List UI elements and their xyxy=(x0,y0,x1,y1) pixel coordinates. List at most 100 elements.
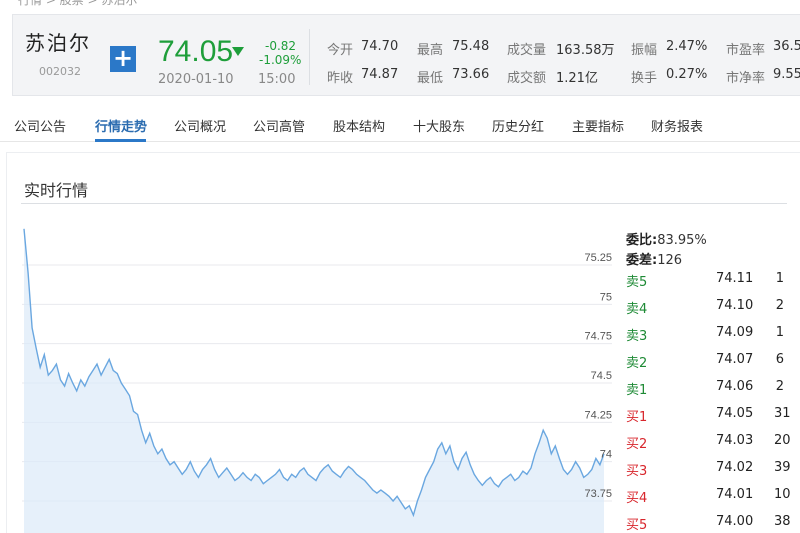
ask-price: 74.06 xyxy=(716,379,754,394)
bid-row: 买5 74.00 38 xyxy=(626,514,800,533)
ask-price: 74.09 xyxy=(716,325,754,340)
bid-price: 74.05 xyxy=(716,406,754,421)
pe-value: 36.53 xyxy=(773,39,800,54)
ask-row: 卖1 74.06 2 xyxy=(626,379,800,406)
ask-label: 卖5 xyxy=(626,275,648,290)
order-diff: 委差:126 xyxy=(626,249,682,268)
bid-volume: 38 xyxy=(774,514,791,529)
bid-row: 买1 74.05 31 xyxy=(626,406,800,433)
amount-label: 成交额 xyxy=(507,71,547,86)
ask-row: 卖2 74.07 6 xyxy=(626,352,800,379)
order-diff-label: 委差: xyxy=(626,253,658,268)
ask-volume: 6 xyxy=(775,352,784,367)
ask-price: 74.07 xyxy=(716,352,754,367)
pb-label: 市净率 xyxy=(726,71,766,86)
price-change: -0.82 xyxy=(265,39,297,53)
ask-row: 卖3 74.09 1 xyxy=(626,325,800,352)
current-price: 74.05 xyxy=(158,35,234,68)
bid-label: 买5 xyxy=(626,518,648,533)
tab-company-overview[interactable]: 公司概况 xyxy=(174,116,226,135)
open-value: 74.70 xyxy=(361,39,399,54)
stock-name: 苏泊尔 xyxy=(25,31,91,55)
bid-volume: 10 xyxy=(774,487,791,502)
prev-close-value: 74.87 xyxy=(361,67,399,82)
divider xyxy=(309,29,310,85)
high-value: 75.48 xyxy=(452,39,490,54)
ask-row: 卖5 74.11 1 xyxy=(626,271,800,298)
ask-row: 卖4 74.10 2 xyxy=(626,298,800,325)
ask-volume: 2 xyxy=(775,379,784,394)
price-change-pct: -1.09% xyxy=(259,53,302,67)
volume-value: 163.58万 xyxy=(556,43,615,58)
tab-executives[interactable]: 公司高管 xyxy=(253,116,305,135)
prev-close-label: 昨收 xyxy=(327,71,354,86)
amplitude-label: 振幅 xyxy=(631,43,658,58)
bid-volume: 20 xyxy=(774,433,791,448)
tab-bar: 公司公告 行情走势 公司概况 公司高管 股本结构 十大股东 历史分红 主要指标 … xyxy=(0,108,800,142)
breadcrumb-text: 行情 > 股票 > 苏泊尔 xyxy=(18,0,138,7)
amount-value: 1.21亿 xyxy=(556,71,598,86)
bid-price: 74.02 xyxy=(716,460,754,475)
bid-row: 买4 74.01 10 xyxy=(626,487,800,514)
bid-label: 买3 xyxy=(626,464,648,479)
active-tab-indicator xyxy=(95,139,146,142)
turnover-value: 0.27% xyxy=(666,67,708,82)
y-tick-label: 74.75 xyxy=(584,331,612,343)
price-area-fill xyxy=(24,228,604,533)
high-label: 最高 xyxy=(417,43,444,58)
down-arrow-icon xyxy=(232,47,244,56)
ask-label: 卖1 xyxy=(626,383,648,398)
tab-announcements[interactable]: 公司公告 xyxy=(14,116,66,135)
ask-label: 卖4 xyxy=(626,302,648,317)
order-ratio: 委比:83.95% xyxy=(626,229,707,248)
bid-label: 买1 xyxy=(626,410,648,425)
y-tick-label: 75.25 xyxy=(584,252,612,264)
tab-dividends[interactable]: 历史分红 xyxy=(492,116,544,135)
ask-volume: 1 xyxy=(775,325,784,340)
low-label: 最低 xyxy=(417,71,444,86)
bid-price: 74.01 xyxy=(716,487,754,502)
turnover-label: 换手 xyxy=(631,71,658,86)
divider xyxy=(21,203,787,204)
bid-volume: 39 xyxy=(774,460,791,475)
ask-label: 卖3 xyxy=(626,329,648,344)
amplitude-value: 2.47% xyxy=(666,39,708,54)
stock-code: 002032 xyxy=(39,65,81,78)
bid-row: 买3 74.02 39 xyxy=(626,460,800,487)
bid-volume: 31 xyxy=(774,406,791,421)
intraday-price-chart[interactable]: 75.25 75 74.75 74.5 74.25 74 73.75 xyxy=(22,228,618,533)
bid-row: 买2 74.03 20 xyxy=(626,433,800,460)
panel-title: 实时行情 xyxy=(24,181,89,200)
quote-time: 15:00 xyxy=(258,72,296,87)
breadcrumb: 行情 > 股票 > 苏泊尔 xyxy=(0,0,800,8)
order-ratio-value: 83.95% xyxy=(657,233,707,248)
volume-label: 成交量 xyxy=(507,43,547,58)
order-diff-value: 126 xyxy=(657,253,683,268)
ask-label: 卖2 xyxy=(626,356,648,371)
quote-date: 2020-01-10 xyxy=(158,72,234,87)
tab-financial-reports[interactable]: 财务报表 xyxy=(651,116,703,135)
bid-price: 74.03 xyxy=(716,433,754,448)
y-tick-label: 74 xyxy=(600,449,612,461)
ask-volume: 2 xyxy=(775,298,784,313)
tab-share-structure[interactable]: 股本结构 xyxy=(333,116,385,135)
open-label: 今开 xyxy=(327,43,354,58)
tab-key-indicators[interactable]: 主要指标 xyxy=(572,116,624,135)
add-watchlist-button[interactable]: + xyxy=(110,46,136,72)
y-tick-label: 74.25 xyxy=(584,409,612,421)
y-tick-label: 75 xyxy=(600,291,612,303)
y-tick-label: 73.75 xyxy=(584,488,612,500)
bid-price: 74.00 xyxy=(716,514,754,529)
order-ratio-label: 委比: xyxy=(626,233,658,248)
low-value: 73.66 xyxy=(452,67,490,82)
y-tick-label: 74.5 xyxy=(591,370,612,382)
pe-label: 市盈率 xyxy=(726,43,766,58)
ask-price: 74.10 xyxy=(716,298,754,313)
pb-value: 9.55 xyxy=(773,67,800,82)
tab-market-trend[interactable]: 行情走势 xyxy=(95,116,147,135)
ask-price: 74.11 xyxy=(716,271,754,286)
ask-volume: 1 xyxy=(775,271,784,286)
tab-top-shareholders[interactable]: 十大股东 xyxy=(413,116,465,135)
quote-header: 苏泊尔 002032 + 74.05 -0.82 -1.09% 2020-01-… xyxy=(12,14,800,96)
bid-label: 买4 xyxy=(626,491,648,506)
